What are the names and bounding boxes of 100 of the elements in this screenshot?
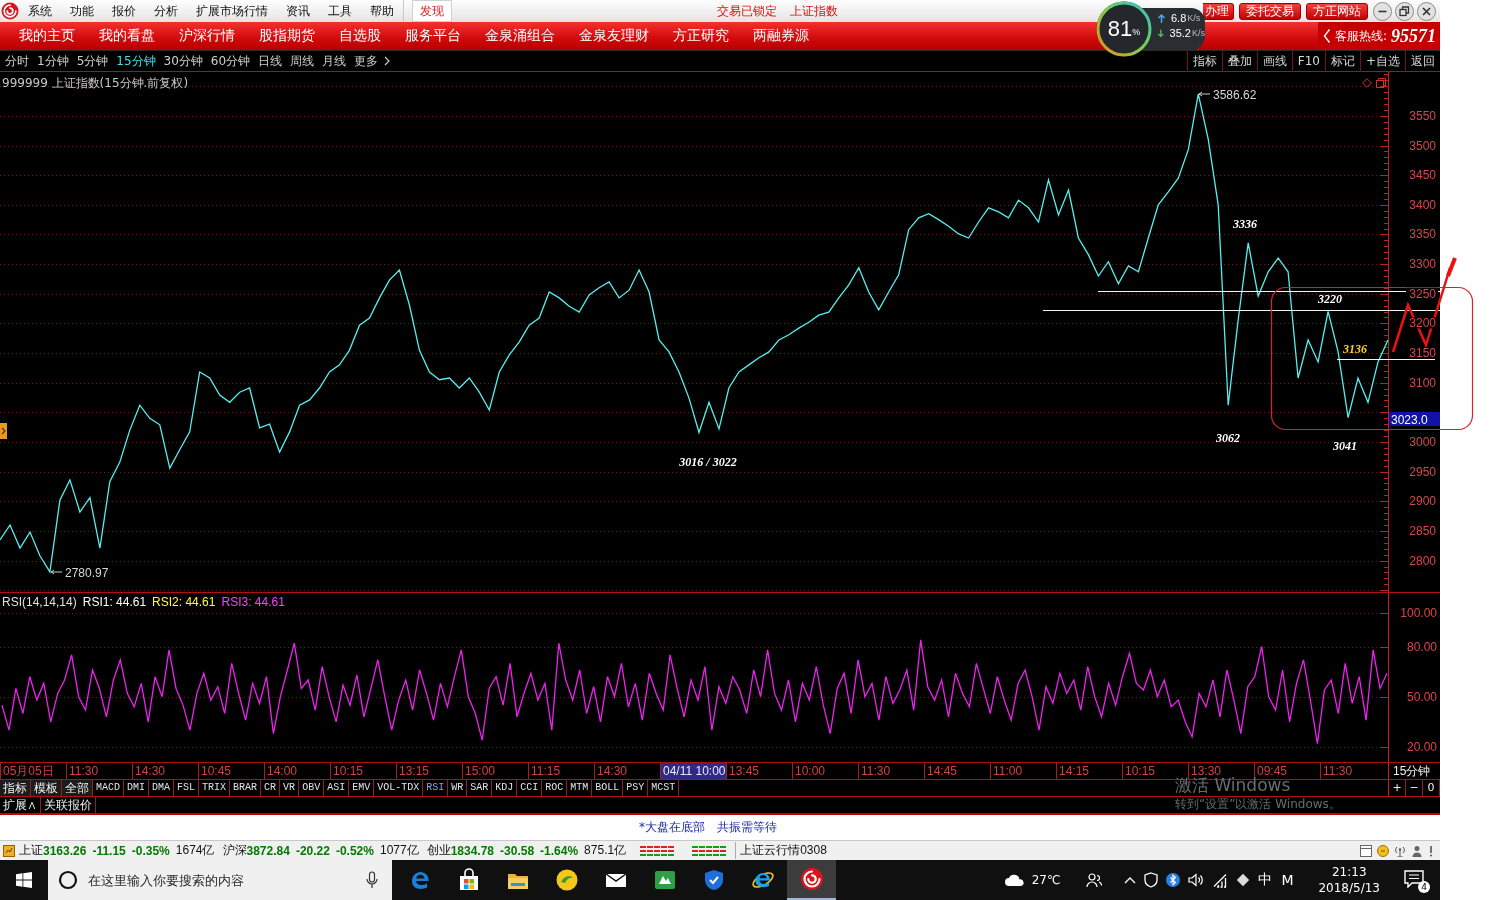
indicator-group-tab[interactable]: 指标 xyxy=(0,780,31,796)
chevron-right-icon[interactable] xyxy=(384,56,391,66)
zoom-button[interactable]: − xyxy=(1406,780,1423,796)
coin-icon[interactable] xyxy=(1377,844,1389,857)
indicator-tab[interactable]: BOLL xyxy=(592,780,624,796)
indicator-tab[interactable]: MTM xyxy=(567,780,593,796)
tool-button[interactable]: +自选 xyxy=(1359,50,1405,72)
indicator-tab[interactable]: DMI xyxy=(124,780,150,796)
indicator-tab[interactable]: RSI xyxy=(423,780,449,796)
temperature[interactable]: 27℃ xyxy=(1031,873,1061,887)
indicator-tab[interactable]: ASI xyxy=(324,780,350,796)
price-note: 3041 xyxy=(1333,439,1357,453)
nav-item[interactable]: 股指期货 xyxy=(247,27,327,45)
period-tab[interactable]: 月线 xyxy=(318,52,351,70)
window-icon[interactable] xyxy=(1376,78,1386,88)
menu-item[interactable]: 系统 xyxy=(19,0,61,22)
cloud-icon[interactable] xyxy=(1003,873,1026,887)
indicator-tab[interactable]: MCST xyxy=(648,780,680,796)
period-tab[interactable]: 60分钟 xyxy=(206,52,255,70)
tool-button[interactable]: F10 xyxy=(1291,50,1325,72)
menu-item[interactable]: 分析 xyxy=(145,0,187,22)
taskbar-app-button[interactable] xyxy=(787,860,836,900)
period-tab[interactable]: 分时 xyxy=(1,52,33,70)
people-icon[interactable] xyxy=(1086,872,1103,888)
tool-button[interactable]: 标记 xyxy=(1324,50,1360,72)
header-button[interactable]: 方正网站 xyxy=(1306,2,1368,20)
input-language[interactable]: 中 xyxy=(1258,871,1273,889)
indicator-tab[interactable]: EMV xyxy=(349,780,375,796)
input-mode[interactable]: M xyxy=(1280,872,1295,888)
header-button[interactable]: 委托交易 xyxy=(1239,2,1301,20)
nav-item[interactable]: 两融券源 xyxy=(741,27,821,45)
indicator-tab[interactable]: FSL xyxy=(174,780,200,796)
time-label: 11:00 xyxy=(990,763,1056,779)
restore-icon[interactable] xyxy=(1395,1,1414,21)
zoom-button[interactable]: + xyxy=(1389,780,1406,796)
tool-button[interactable]: 叠加 xyxy=(1221,50,1257,72)
nav-item[interactable]: 金泉友理财 xyxy=(567,27,661,45)
app-logo-icon[interactable] xyxy=(1,2,19,20)
nav-item[interactable]: 金泉涌组合 xyxy=(473,27,567,45)
speaker-icon[interactable] xyxy=(1188,872,1205,888)
antenna-icon[interactable] xyxy=(1394,844,1406,857)
indicator-tab[interactable]: PSY xyxy=(623,780,649,796)
tool-button[interactable]: 画线 xyxy=(1256,50,1292,72)
cortana-icon[interactable] xyxy=(58,870,78,890)
scroll-marker-icon[interactable] xyxy=(0,423,7,439)
indicator-tab[interactable]: DMA xyxy=(149,780,175,796)
indicator-tab[interactable]: KDJ xyxy=(492,780,518,796)
period-tab[interactable]: 5分钟 xyxy=(72,52,113,70)
period-tab[interactable]: 周线 xyxy=(286,52,319,70)
chevron-up-icon[interactable] xyxy=(1124,876,1137,884)
indicator-tab[interactable]: BRAR xyxy=(230,780,262,796)
indicator-tab[interactable]: VR xyxy=(280,780,300,796)
shield-icon[interactable] xyxy=(1144,872,1159,888)
menu-item[interactable]: 报价 xyxy=(103,0,145,22)
menu-item[interactable]: 扩展市场行情 xyxy=(187,0,277,22)
diamond-icon[interactable] xyxy=(1236,873,1251,887)
indicator-tab[interactable]: ROC xyxy=(542,780,568,796)
menu-item[interactable]: 功能 xyxy=(61,0,103,22)
microphone-icon[interactable] xyxy=(366,871,378,889)
more-button[interactable]: 更多 xyxy=(350,52,383,70)
menu-item[interactable]: 帮助 xyxy=(361,0,403,22)
alert-icon[interactable] xyxy=(1428,844,1434,857)
person-icon[interactable] xyxy=(1411,844,1423,857)
notification-badge: 4 xyxy=(1418,881,1430,893)
indicator-tab[interactable]: OBV xyxy=(299,780,325,796)
zoom-button[interactable]: 0 xyxy=(1423,780,1440,796)
nav-item[interactable]: 我的主页 xyxy=(7,27,87,45)
period-tab[interactable]: 30分钟 xyxy=(159,52,207,70)
indicator-tab[interactable]: WR xyxy=(448,780,468,796)
nav-item[interactable]: 方正研究 xyxy=(661,27,741,45)
discover-tab[interactable]: 发现 xyxy=(412,0,452,22)
menu-item[interactable]: 资讯 xyxy=(277,0,319,22)
indicator-tab[interactable]: VOL-TDX xyxy=(374,780,424,796)
bluetooth-icon[interactable] xyxy=(1166,872,1181,888)
nav-item[interactable]: 我的看盘 xyxy=(87,27,167,45)
indicator-tab[interactable]: CR xyxy=(261,780,281,796)
tool-button[interactable]: 返回 xyxy=(1405,50,1440,72)
indicator-tab[interactable]: SAR xyxy=(467,780,493,796)
nav-item[interactable]: 服务平台 xyxy=(393,27,473,45)
clock-button[interactable]: 21:13 2018/5/13 xyxy=(1312,864,1386,896)
indicator-tab[interactable]: MACD xyxy=(93,780,124,796)
indicator-tab[interactable]: TRIX xyxy=(199,780,231,796)
wifi-icon[interactable] xyxy=(1212,872,1229,888)
indicator-tab[interactable]: CCI xyxy=(517,780,543,796)
nav-item[interactable]: 沪深行情 xyxy=(167,27,247,45)
search-field[interactable]: 在这里输入你要搜索的内容 xyxy=(48,860,392,900)
window-icon[interactable] xyxy=(1360,844,1372,857)
status-app-icon[interactable] xyxy=(3,844,15,857)
period-tab[interactable]: 15分钟 xyxy=(112,52,160,70)
indicator-group-tab[interactable]: 全部 xyxy=(62,780,93,796)
hotline-label: 客服热线: xyxy=(1335,27,1388,45)
axis-label: 3500 xyxy=(1409,138,1436,153)
close-icon[interactable] xyxy=(1417,1,1436,21)
header-button[interactable]: 办理 xyxy=(1203,2,1234,20)
nav-item[interactable]: 自选股 xyxy=(327,27,393,45)
time-label: 04/11 10:00 xyxy=(660,763,726,779)
indicator-group-tab[interactable]: 模板 xyxy=(31,780,62,796)
period-tab[interactable]: 日线 xyxy=(254,52,287,70)
menu-item[interactable]: 工具 xyxy=(319,0,361,22)
period-tab[interactable]: 1分钟 xyxy=(33,52,73,70)
